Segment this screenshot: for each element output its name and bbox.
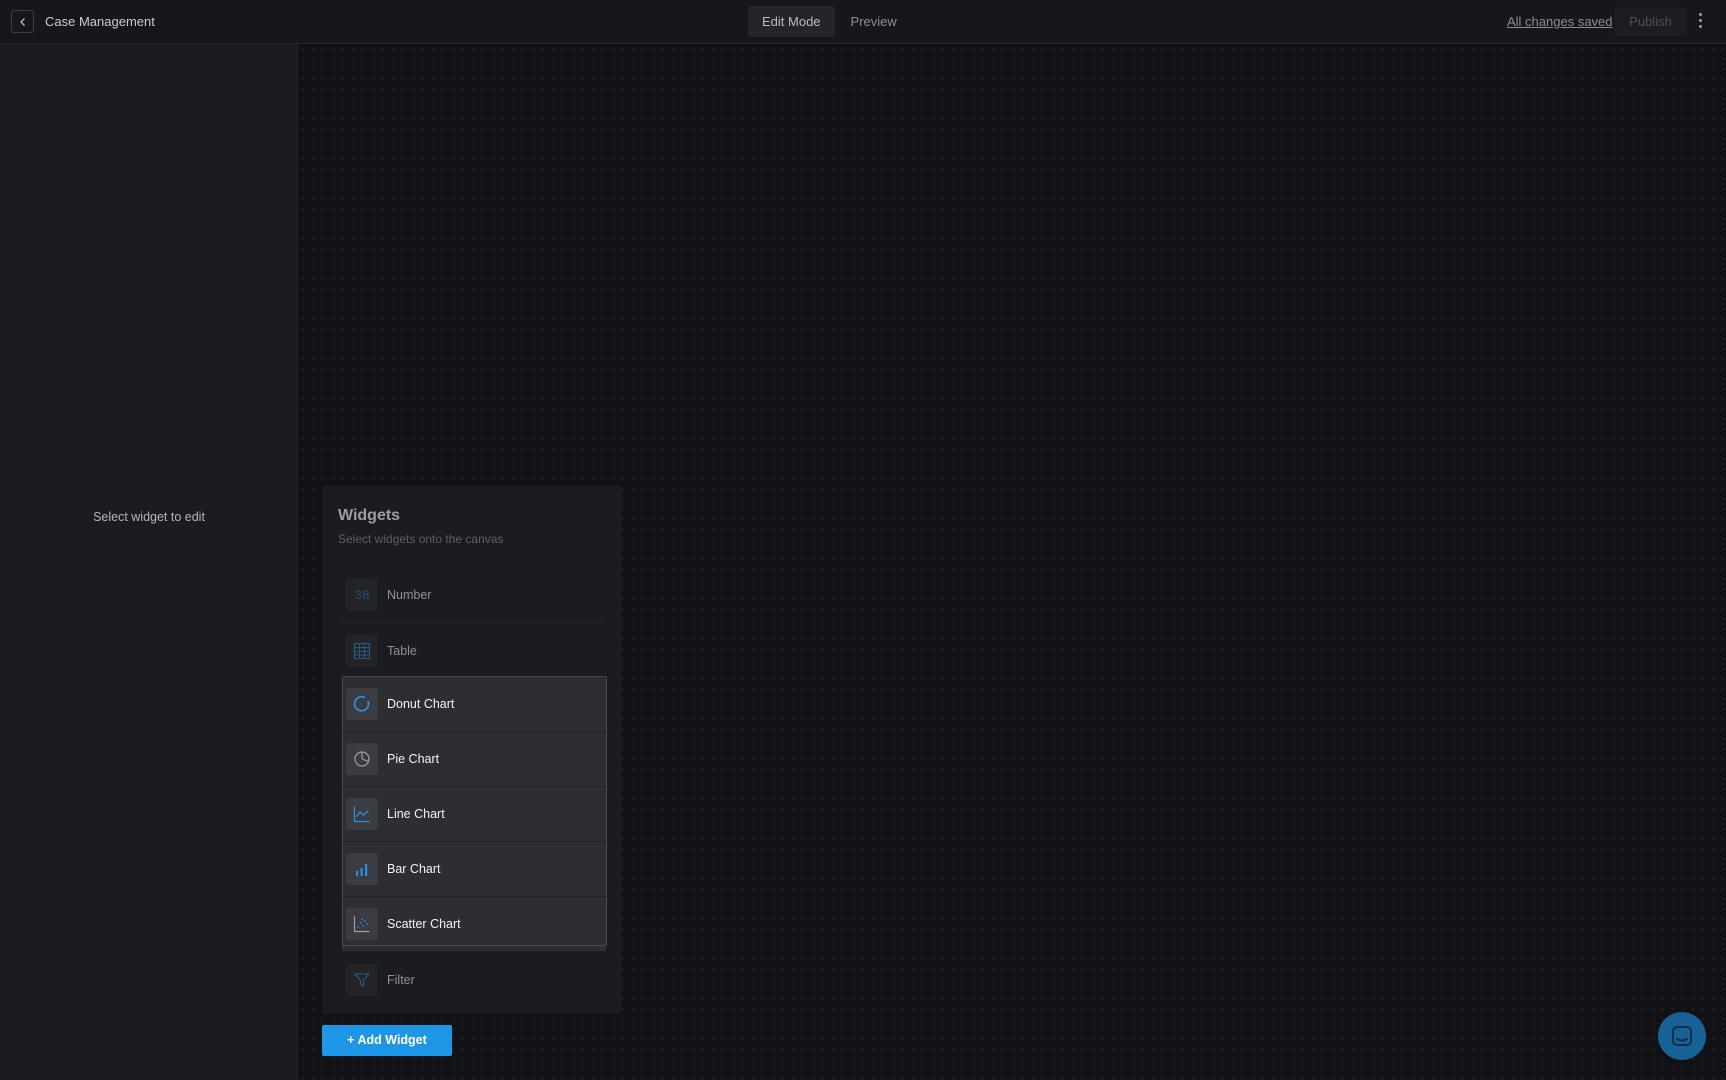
widget-item-number[interactable]: 38 Number	[342, 568, 606, 623]
tab-edit-mode[interactable]: Edit Mode	[748, 6, 835, 37]
scatter-chart-icon	[346, 908, 378, 940]
widget-item-bar-chart[interactable]: Bar Chart	[342, 842, 606, 897]
widget-item-scatter-chart[interactable]: Scatter Chart	[342, 897, 606, 952]
line-chart-icon	[346, 798, 378, 830]
kebab-menu-icon[interactable]	[1692, 10, 1708, 34]
top-bar: Case Management Edit Mode Preview All ch…	[0, 0, 1726, 44]
bar-chart-icon	[346, 853, 378, 885]
add-widget-button[interactable]: + Add Widget	[322, 1025, 452, 1056]
widget-item-label: Filter	[387, 972, 415, 987]
widget-item-label: Number	[387, 588, 432, 602]
select-widget-hint: Select widget to edit	[93, 510, 205, 524]
widget-item-label: Pie Chart	[387, 752, 440, 766]
chat-icon	[1672, 1026, 1692, 1046]
widget-item-table[interactable]: Table	[342, 623, 606, 678]
number-icon: 38	[346, 579, 378, 611]
properties-panel	[0, 44, 298, 1080]
widget-item-filter[interactable]: Filter	[342, 952, 606, 1007]
widget-item-label: Table	[387, 643, 417, 658]
chevron-left-icon	[19, 17, 25, 26]
save-status-link[interactable]: All changes saved	[1507, 14, 1613, 29]
widget-item-pie-chart[interactable]: Pie Chart	[342, 732, 606, 787]
filter-icon	[346, 963, 378, 996]
widget-item-label: Scatter Chart	[387, 917, 461, 931]
widget-item-label: Bar Chart	[387, 862, 441, 876]
pie-chart-icon	[346, 743, 378, 775]
widgets-panel-subtitle: Select widgets onto the canvas	[338, 532, 504, 546]
page-title: Case Management	[45, 14, 155, 29]
widgets-panel-title: Widgets	[338, 507, 401, 524]
mode-toggle: Edit Mode Preview	[748, 6, 911, 37]
widget-item-donut-chart[interactable]: Donut Chart	[342, 677, 606, 732]
donut-chart-icon	[346, 688, 378, 720]
tab-preview[interactable]: Preview	[837, 6, 911, 37]
widget-item-label: Donut Chart	[387, 697, 455, 711]
table-icon	[346, 634, 378, 667]
chat-launcher-button[interactable]	[1658, 1012, 1706, 1060]
back-button[interactable]	[11, 10, 34, 33]
publish-button[interactable]: Publish	[1614, 7, 1687, 36]
widgets-panel: Widgets Select widgets onto the canvas 3…	[322, 486, 622, 1014]
widget-item-label: Line Chart	[387, 807, 445, 821]
widget-item-line-chart[interactable]: Line Chart	[342, 787, 606, 842]
